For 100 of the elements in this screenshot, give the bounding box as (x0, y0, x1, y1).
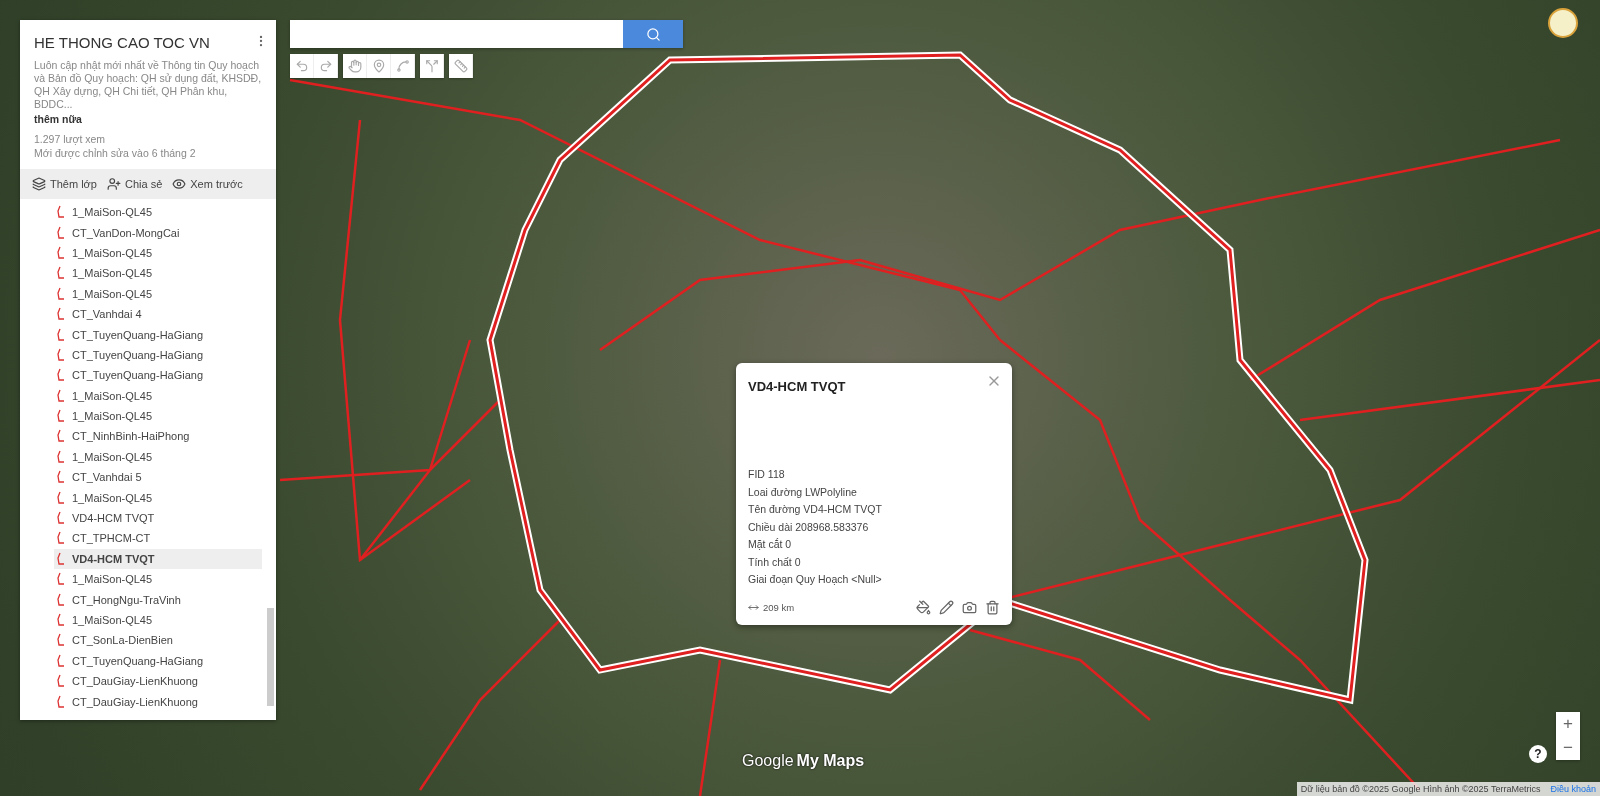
line-feature-icon (56, 266, 66, 281)
eye-icon (172, 177, 187, 191)
layer-list-item[interactable]: 1_MaiSon-QL45 (54, 242, 262, 264)
layer-list-item[interactable]: 1_MaiSon-QL45 (54, 487, 262, 508)
line-feature-icon (56, 225, 66, 240)
layer-list-item[interactable]: CT_VanDon-MongCai (54, 222, 262, 243)
hand-tool-button[interactable] (343, 54, 367, 78)
line-feature-icon (56, 531, 66, 546)
camera-icon (962, 600, 977, 615)
layer-list-item[interactable]: 1_MaiSon-QL45 (54, 283, 262, 304)
undo-icon (294, 59, 309, 73)
feature-attribute: Loai đường LWPolyline (748, 485, 858, 499)
feature-attribute: FID 118 (748, 468, 786, 482)
layer-list-item[interactable]: CT_TuyenQuang-HaGiang (54, 344, 262, 366)
layer-list-item[interactable]: CT_DauGiay-LienKhuong (54, 671, 262, 692)
preview-button[interactable]: Xem trước (172, 177, 243, 191)
pin-icon (371, 59, 386, 73)
layer-list-item[interactable]: CT_TuyenQuang-HaGiang (54, 650, 262, 671)
layer-list-item[interactable]: CT_Vanhdai 5 (54, 467, 262, 488)
map-description: Luôn cập nhật mới nhất về Thông tin Quy hoạch và Bản đồ Quy hoạch: QH sử dụng đất, KHSDĐ, QH Xây dựng, QH Chi tiết, QH Phân khu, BDDC... (34, 59, 262, 111)
more-link[interactable]: thêm nữa (34, 113, 82, 125)
layer-list-item[interactable]: 1_MaiSon-QL45 (54, 385, 262, 406)
line-feature-icon (56, 551, 66, 566)
satellite-map-placeholder[interactable] (0, 0, 1600, 796)
layer-list-item[interactable]: VD4-HCM TVQT (54, 548, 262, 570)
hand-icon (347, 59, 362, 73)
redo-icon (318, 59, 333, 73)
layers-icon (32, 177, 46, 191)
scrollbar-thumb[interactable] (267, 608, 274, 706)
layer-list-item[interactable]: CT_HongNgu-TraVinh (54, 589, 262, 610)
layer-list-item[interactable]: 1_MaiSon-QL45 (54, 405, 262, 427)
line-feature-icon (56, 470, 66, 485)
zoom-in-button[interactable]: + (1556, 712, 1580, 736)
ruler-icon (453, 59, 468, 73)
feature-attribute: Chiều dài 208968.583376 (748, 520, 870, 534)
pencil-icon (939, 600, 954, 615)
line-feature-icon (56, 409, 66, 424)
line-feature-icon (56, 674, 66, 689)
line-feature-icon (56, 307, 66, 322)
redo-button[interactable] (314, 54, 338, 78)
layer-list-item[interactable]: 1_MaiSon-QL45 (54, 263, 262, 284)
line-feature-icon (56, 694, 66, 709)
line-feature-icon (56, 286, 66, 301)
layer-list-item[interactable]: CT_TPHCM-CT (54, 528, 262, 549)
layer-list-item[interactable]: 1_MaiSon-QL45 (54, 446, 262, 468)
layer-list-item[interactable]: 1_MaiSon-QL45 (54, 202, 262, 223)
account-avatar[interactable] (1548, 8, 1578, 38)
line-feature-icon (56, 633, 66, 648)
add-person-icon (106, 177, 121, 191)
camera-button[interactable] (962, 600, 977, 615)
line-feature-icon (56, 368, 66, 383)
line-feature-icon (56, 245, 66, 260)
add-layer-button[interactable]: Thêm lớp (32, 177, 97, 191)
share-button[interactable]: Chia sẻ (106, 177, 163, 191)
line-feature-icon (56, 347, 66, 362)
logo-product: My Maps (796, 752, 865, 770)
zoom-out-button[interactable]: − (1556, 736, 1580, 760)
line-feature-icon (56, 327, 66, 342)
ring-road-drawing[interactable] (486, 51, 1369, 705)
length-arrow-icon (748, 602, 759, 613)
line-feature-icon (56, 613, 66, 627)
search-button[interactable] (623, 20, 683, 48)
layer-list-item[interactable]: CT_NinhBinh-HaiPhong (54, 426, 262, 447)
paint-bucket-icon (916, 600, 931, 615)
layer-list-item[interactable]: 1_MaiSon-QL45 (54, 569, 262, 590)
edit-button[interactable] (939, 600, 954, 615)
line-tool-button[interactable] (391, 54, 415, 78)
feature-attribute: Tính chất 0 (748, 555, 802, 569)
popup-title: VD4-HCM TVQT (748, 379, 846, 394)
route-tool-button[interactable] (420, 54, 444, 78)
line-feature-icon (56, 429, 66, 444)
layer-list-item[interactable]: CT_TuyenQuang-HaGiang (54, 324, 262, 345)
trash-icon (985, 600, 1000, 615)
line-feature-icon (56, 653, 66, 668)
line-feature-icon (56, 449, 66, 464)
line-feature-icon (56, 572, 66, 587)
attribution-text: Dữ liệu bản đồ ©2025 Google Hình ảnh ©2025 TerraMetrics (1300, 784, 1541, 794)
layer-list-item[interactable]: VD4-HCM TVQT (54, 507, 262, 529)
paint-bucket-button[interactable] (916, 600, 931, 615)
feature-attribute: Mặt cắt 0 (748, 538, 793, 552)
search-field[interactable] (290, 20, 623, 48)
ruler-tool-button[interactable] (449, 54, 473, 78)
line-icon (395, 59, 410, 73)
feature-attribute: Tên đường VD4-HCM TVQT (748, 503, 883, 517)
undo-button[interactable] (290, 54, 314, 78)
line-feature-icon (56, 511, 66, 526)
last-edited-text: Mới được chỉnh sửa vào 6 tháng 2 (34, 147, 197, 159)
layer-list-item[interactable]: CT_DauGiay-LienKhuong (54, 691, 262, 712)
line-length: 209 km (763, 602, 795, 613)
map-title: HE THONG CAO TOC VN (34, 34, 210, 51)
layer-list-item[interactable]: CT_TuyenQuang-HaGiang (54, 365, 262, 386)
line-feature-icon (56, 205, 66, 220)
layer-list-item[interactable]: CT_Vanhdai 4 (54, 303, 262, 325)
delete-button[interactable] (985, 600, 1000, 615)
marker-tool-button[interactable] (367, 54, 391, 78)
fork-icon (424, 59, 439, 73)
layer-list-item[interactable]: 1_MaiSon-QL45 (54, 609, 262, 631)
layer-list-item[interactable]: CT_SonLa-DienBien (54, 630, 262, 651)
help-button[interactable]: ? (1529, 745, 1547, 763)
line-feature-icon (56, 592, 66, 607)
